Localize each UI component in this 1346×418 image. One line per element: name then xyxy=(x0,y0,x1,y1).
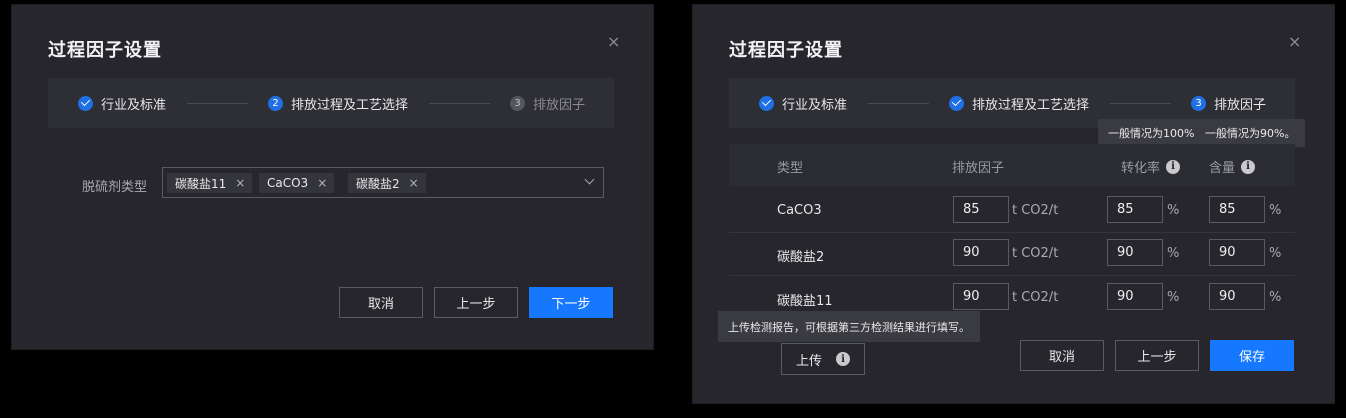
row-type: 碳酸盐2 xyxy=(777,250,825,265)
close-icon[interactable]: × xyxy=(607,34,620,50)
factor-unit: t CO2/t xyxy=(1012,203,1059,218)
save-button[interactable]: 保存 xyxy=(1210,340,1294,371)
conversion-input[interactable]: 90 xyxy=(1107,283,1163,310)
factor-input[interactable]: 90 xyxy=(953,283,1009,310)
content-input[interactable]: 85 xyxy=(1209,196,1265,223)
row-type: 碳酸盐11 xyxy=(777,294,833,309)
row-divider xyxy=(729,232,1295,233)
tag-label: CaCO3 xyxy=(267,176,309,190)
col-type: 类型 xyxy=(777,161,804,176)
row-type: CaCO3 xyxy=(777,203,822,218)
col-content: 含量 i xyxy=(1209,157,1256,176)
remove-tag-icon[interactable]: × xyxy=(235,176,245,190)
selected-tag: 碳酸盐2 × xyxy=(348,173,426,193)
step-industry: 行业及标准 xyxy=(759,78,847,128)
step-industry: 行业及标准 xyxy=(78,78,166,128)
step-number: 3 xyxy=(1191,95,1206,111)
percent-unit: % xyxy=(1167,246,1180,261)
content-input[interactable]: 90 xyxy=(1209,239,1265,266)
info-icon[interactable]: i xyxy=(1241,159,1256,174)
step-factor: 3 排放因子 xyxy=(510,78,585,128)
step-label: 排放因子 xyxy=(1214,97,1267,113)
col-factor: 排放因子 xyxy=(952,161,1005,176)
step-divider xyxy=(187,103,248,104)
content-input[interactable]: 90 xyxy=(1209,283,1265,310)
selected-tag: 碳酸盐11 × xyxy=(167,173,253,193)
remove-tag-icon[interactable]: × xyxy=(317,176,327,190)
step-label: 排放过程及工艺选择 xyxy=(972,97,1090,113)
table-header: 类型 排放因子 转化率 i 含量 i xyxy=(729,144,1295,186)
process-factor-dialog-step2: 过程因子设置 × 行业及标准 2 排放过程及工艺选择 3 排放因子 脱硫剂类型 … xyxy=(11,4,654,350)
chevron-down-icon[interactable] xyxy=(584,174,595,185)
dialog-title: 过程因子设置 xyxy=(729,40,843,61)
step-process: 2 排放过程及工艺选择 xyxy=(268,78,408,128)
upload-label: 上传 xyxy=(795,353,822,369)
percent-unit: % xyxy=(1269,246,1282,261)
desulfurizer-type-label: 脱硫剂类型 xyxy=(82,180,148,195)
conversion-tooltip: 一般情况为100% xyxy=(1098,119,1205,147)
content-tooltip: 一般情况为90%。 xyxy=(1195,119,1306,147)
step-label: 行业及标准 xyxy=(101,97,167,113)
tag-label: 碳酸盐2 xyxy=(356,176,400,191)
check-icon xyxy=(78,95,93,111)
percent-unit: % xyxy=(1167,290,1180,305)
row-divider xyxy=(729,275,1295,276)
step-divider xyxy=(1110,103,1171,104)
selected-tag: CaCO3 × xyxy=(259,173,335,193)
factor-unit: t CO2/t xyxy=(1012,290,1059,305)
cancel-button[interactable]: 取消 xyxy=(339,287,423,318)
desulfurizer-type-select[interactable]: 碳酸盐11 × CaCO3 × 碳酸盐2 × xyxy=(162,167,604,198)
check-icon xyxy=(759,95,774,111)
factor-input[interactable]: 90 xyxy=(953,239,1009,266)
upload-button[interactable]: 上传 i xyxy=(781,343,865,375)
step-label: 排放因子 xyxy=(533,97,586,113)
cancel-button[interactable]: 取消 xyxy=(1020,340,1104,371)
step-label: 排放过程及工艺选择 xyxy=(291,97,409,113)
percent-unit: % xyxy=(1269,290,1282,305)
conversion-input[interactable]: 90 xyxy=(1107,239,1163,266)
info-icon[interactable]: i xyxy=(836,352,850,366)
prev-step-button[interactable]: 上一步 xyxy=(434,287,518,318)
check-icon xyxy=(949,95,964,111)
stepper: 行业及标准 2 排放过程及工艺选择 3 排放因子 xyxy=(48,78,614,128)
col-conversion: 转化率 i xyxy=(1121,157,1181,176)
tag-label: 碳酸盐11 xyxy=(175,176,227,191)
upload-tooltip: 上传检测报告，可根据第三方检测结果进行填写。 xyxy=(718,311,980,342)
step-number: 2 xyxy=(268,95,283,111)
dialog-title: 过程因子设置 xyxy=(48,40,162,61)
conversion-input[interactable]: 85 xyxy=(1107,196,1163,223)
prev-step-button[interactable]: 上一步 xyxy=(1115,340,1199,371)
step-divider xyxy=(429,103,490,104)
step-process: 排放过程及工艺选择 xyxy=(949,78,1089,128)
next-step-button[interactable]: 下一步 xyxy=(529,287,613,318)
close-icon[interactable]: × xyxy=(1288,34,1301,50)
step-number: 3 xyxy=(510,95,525,111)
remove-tag-icon[interactable]: × xyxy=(409,176,419,190)
info-icon[interactable]: i xyxy=(1166,159,1181,174)
factor-unit: t CO2/t xyxy=(1012,246,1059,261)
percent-unit: % xyxy=(1167,203,1180,218)
step-divider xyxy=(868,103,929,104)
factor-input[interactable]: 85 xyxy=(953,196,1009,223)
process-factor-dialog-step3: 过程因子设置 × 行业及标准 排放过程及工艺选择 3 排放因子 一般情况为100… xyxy=(692,4,1335,404)
percent-unit: % xyxy=(1269,203,1282,218)
step-label: 行业及标准 xyxy=(782,97,848,113)
